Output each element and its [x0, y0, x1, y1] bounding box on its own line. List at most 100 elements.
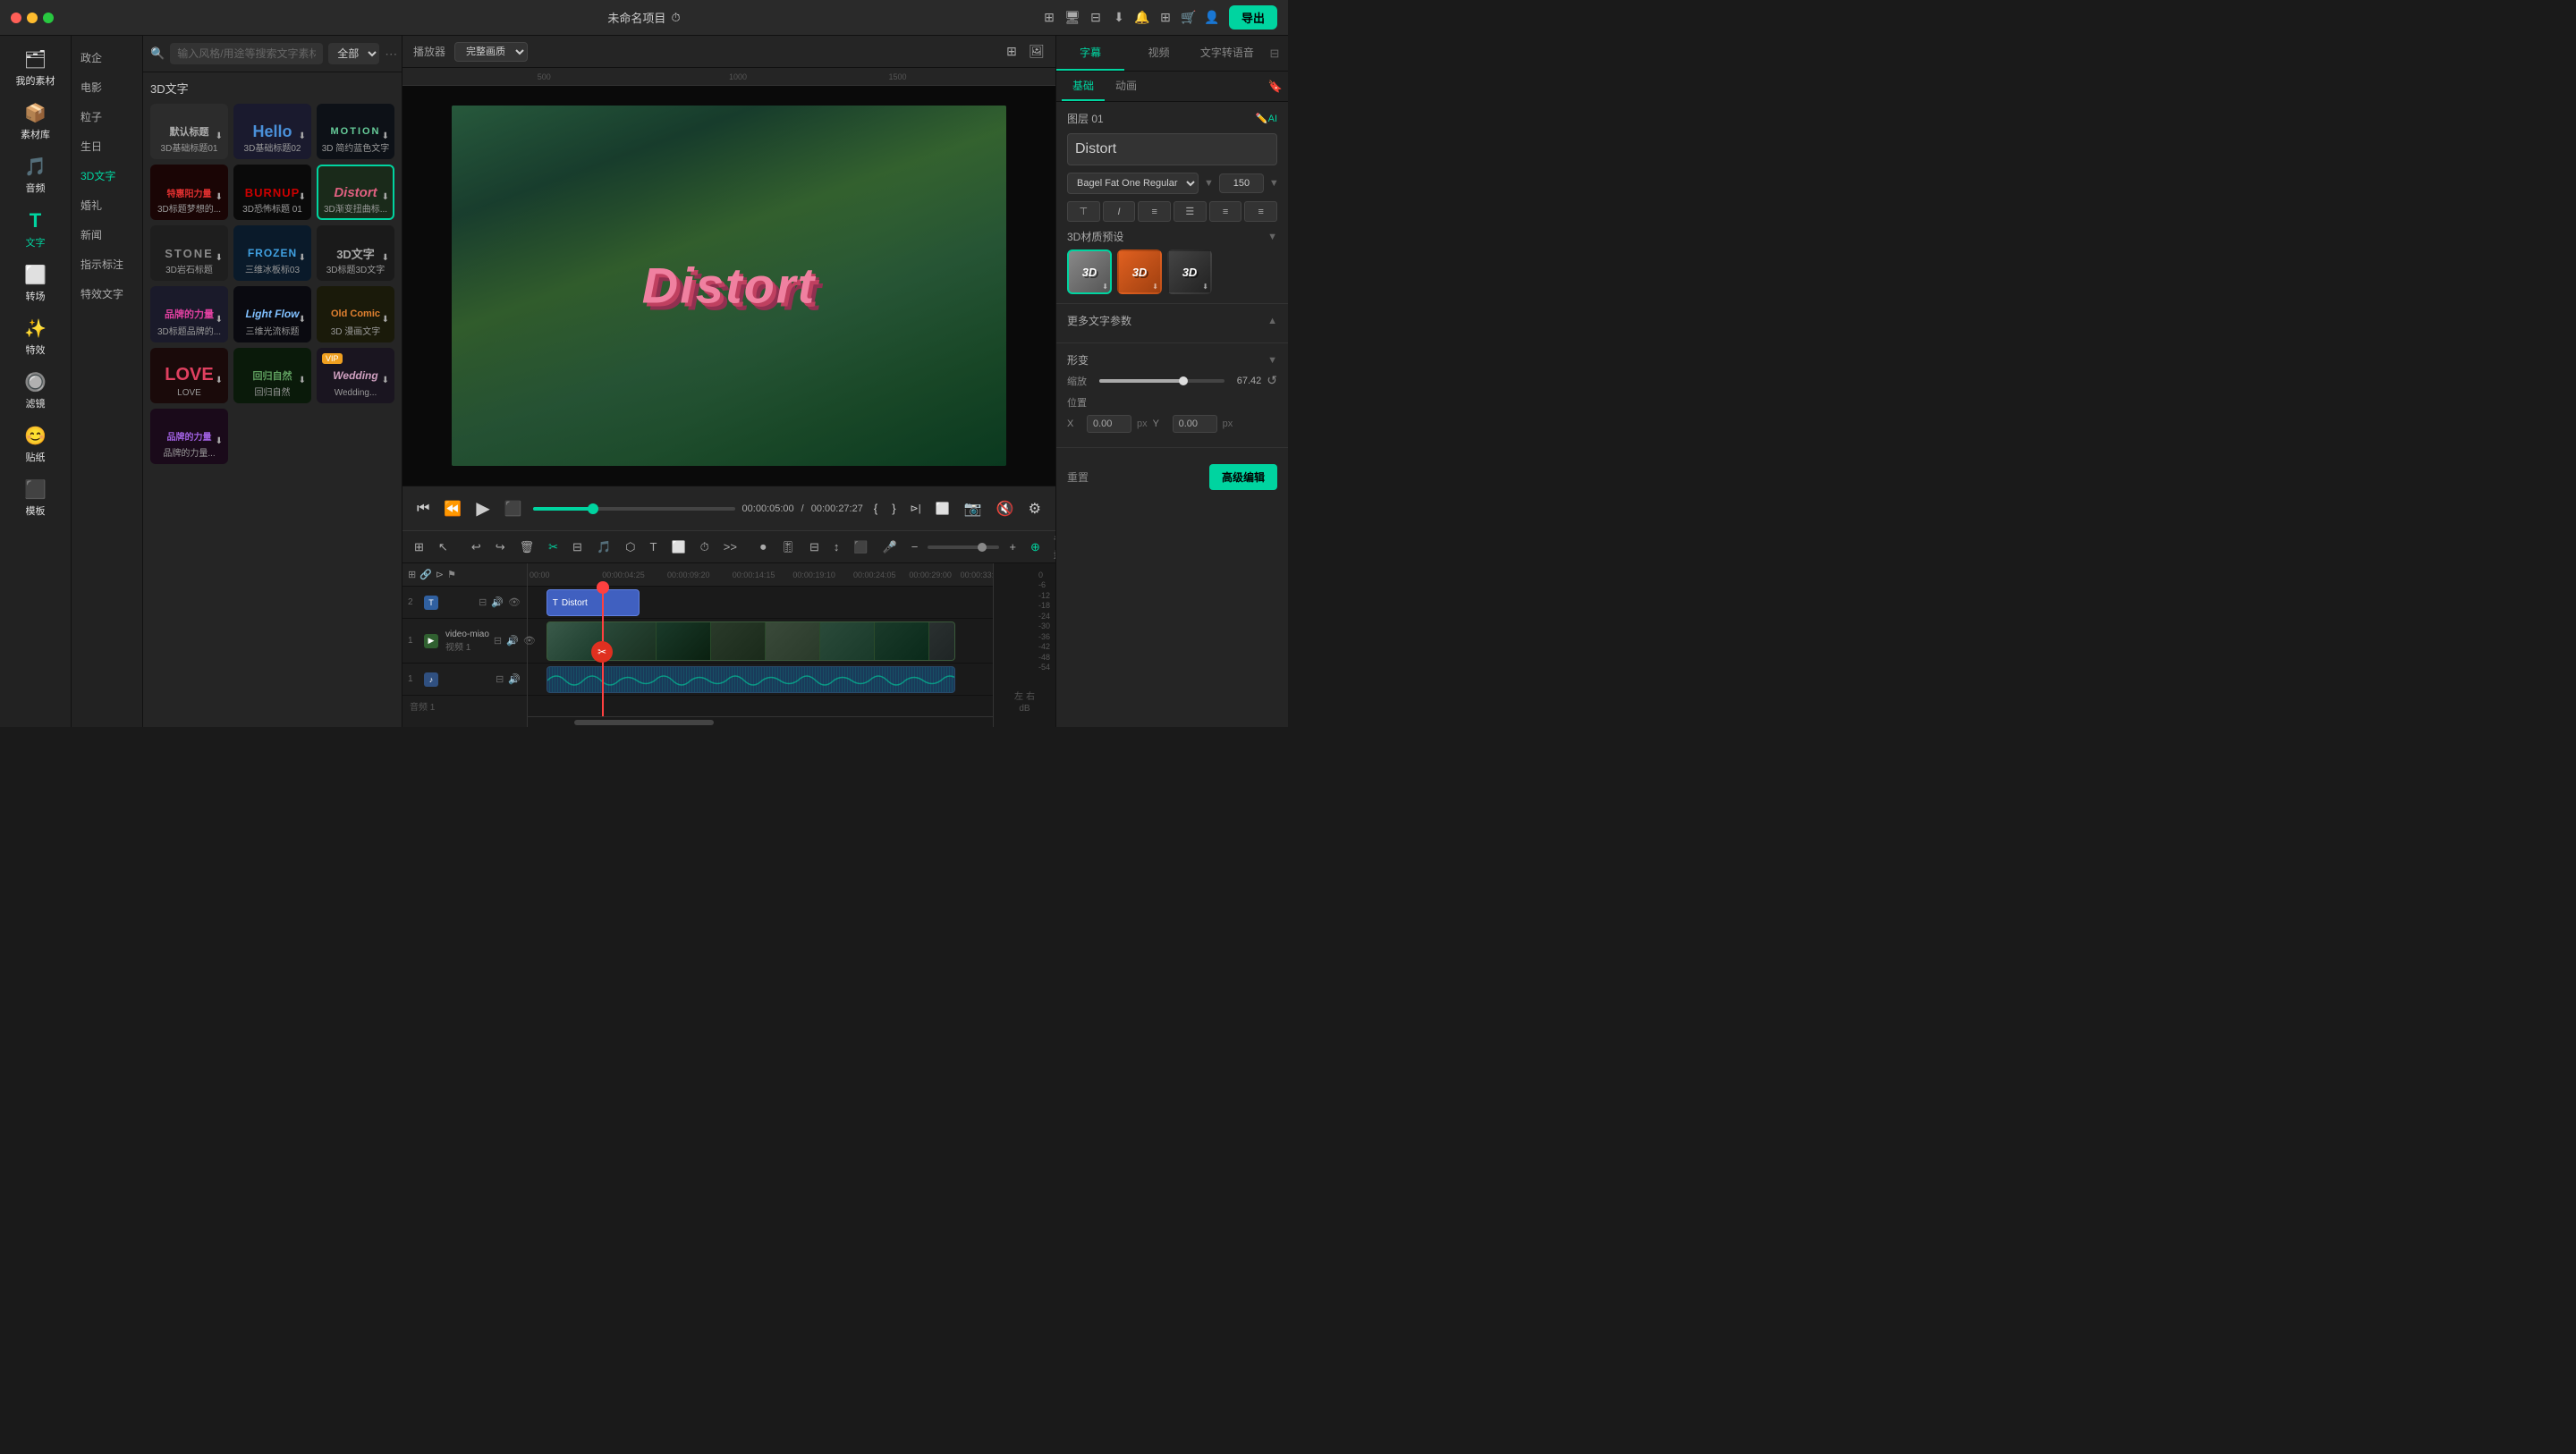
audio-level-button[interactable]: 🎚 [775, 537, 800, 557]
subtab-basic[interactable]: 基础 [1062, 72, 1105, 101]
zoom-slider[interactable] [928, 545, 999, 549]
text-track-audio-btn[interactable]: 🔊 [490, 596, 504, 609]
text-display-box[interactable]: Distort [1067, 133, 1277, 165]
text-clip-distort[interactable]: T Distort [547, 589, 640, 616]
sidebar-item-my-material[interactable]: 🗂 我的素材 [4, 43, 67, 93]
timer-button[interactable]: ⏱ [696, 537, 714, 557]
quality-select[interactable]: 完整画质 [454, 42, 528, 62]
font-size-dropdown-icon[interactable]: ▼ [1269, 178, 1279, 189]
sidebar-item-transition[interactable]: ⬜ 转场 [4, 258, 67, 309]
bell-icon[interactable]: 🔔 [1134, 10, 1150, 26]
text-track-eye-btn[interactable]: 👁 [507, 596, 521, 609]
chain-btn[interactable]: 🔗 [419, 569, 432, 580]
user-icon[interactable]: 👤 [1204, 10, 1220, 26]
y-input[interactable] [1173, 415, 1217, 433]
form-section-header[interactable]: 形变 ▼ [1067, 352, 1277, 368]
stop-button[interactable]: ⬛ [501, 496, 526, 521]
template-card-t1[interactable]: 默认标题 ⬇ 3D基础标题01 [150, 104, 228, 159]
align-justify-btn[interactable]: ≡ [1244, 201, 1277, 222]
record-button[interactable]: ⏺ [756, 537, 771, 557]
play-button[interactable]: ▶ [472, 494, 493, 523]
zoom-out-button[interactable]: − [907, 537, 923, 556]
cat-particle[interactable]: 粒子 [72, 102, 142, 131]
mic-button[interactable]: 🎤 [878, 537, 902, 557]
prev-frame-button[interactable]: ⏪ [440, 496, 465, 521]
scale-reset-btn[interactable]: ↺ [1267, 373, 1277, 388]
undo-button[interactable]: ↩ [467, 537, 486, 557]
sidebar-item-sticker[interactable]: 😊 贴纸 [4, 419, 67, 469]
screen-record-button[interactable]: ⬛ [849, 537, 872, 557]
redo-button[interactable]: ↪ [491, 537, 510, 557]
export-button[interactable]: 导出 [1229, 5, 1277, 30]
video-track-audio-btn[interactable]: 🔊 [505, 634, 520, 647]
material-preset-orange[interactable]: 3D ⬇ [1117, 249, 1162, 294]
playhead[interactable]: ✂ [602, 587, 604, 716]
template-card-t11[interactable]: Light Flow ⬇ 三维光流标题 [233, 286, 311, 342]
template-card-t7[interactable]: STONE ⬇ 3D岩石标题 [150, 225, 228, 281]
template-card-t5[interactable]: BURNUP ⬇ 3D恐怖标题 01 [233, 165, 311, 220]
fullscreen-button[interactable] [43, 13, 54, 23]
settings-button[interactable]: ⚙ [1025, 496, 1045, 521]
crop-button[interactable]: ⬜ [666, 537, 690, 557]
material-section-header[interactable]: 3D材质预设 ▼ [1067, 229, 1277, 244]
layout-btn[interactable]: ⬜ [932, 498, 953, 520]
cat-effect-text[interactable]: 特效文字 [72, 279, 142, 309]
text-track-fold-btn[interactable]: ⊟ [478, 596, 487, 609]
subtab-animation[interactable]: 动画 [1105, 72, 1148, 101]
add-track-button[interactable]: ⊕ [1026, 537, 1045, 557]
search-input[interactable] [170, 43, 323, 64]
video-track-fold-btn[interactable]: ⊟ [493, 634, 503, 647]
advanced-edit-button[interactable]: 高级编辑 [1209, 464, 1277, 490]
rewind-button[interactable]: ⏮ [413, 497, 433, 520]
template-card-t10[interactable]: 品牌的力量 ⬇ 3D标题品牌的... [150, 286, 228, 342]
flag-btn[interactable]: ⚑ [447, 569, 456, 580]
reset-button[interactable]: 重置 [1067, 469, 1089, 485]
split-button[interactable]: ⊟ [568, 537, 587, 557]
sidebar-item-text[interactable]: T 文字 [4, 204, 67, 255]
x-input[interactable] [1087, 415, 1131, 433]
layer-ai-icon[interactable]: ✏️AI [1256, 113, 1277, 124]
template-card-t13[interactable]: LOVE ⬇ LOVE [150, 348, 228, 403]
sidebar-item-filter[interactable]: 🔘 滤镜 [4, 366, 67, 416]
insert-button[interactable]: ⊳| [907, 499, 925, 518]
cursor-tool[interactable]: ↖ [434, 537, 453, 557]
right-panel-expand[interactable]: ⊟ [1261, 36, 1288, 71]
more-params-header[interactable]: 更多文字参数 ▲ [1067, 313, 1277, 328]
font-select[interactable]: Bagel Fat One Regular [1067, 173, 1199, 194]
font-dropdown-icon[interactable]: ▼ [1204, 178, 1214, 189]
sidebar-item-audio[interactable]: 🎵 音频 [4, 150, 67, 200]
template-card-t12[interactable]: Old Comic ⬇ 3D 漫画文字 [317, 286, 394, 342]
cut-button[interactable]: ✂ [544, 537, 563, 557]
cat-birthday[interactable]: 生日 [72, 131, 142, 161]
sidebar-item-template[interactable]: ⬛ 模板 [4, 473, 67, 523]
cat-3dtext[interactable]: 3D文字 [72, 161, 142, 190]
cat-movie[interactable]: 电影 [72, 72, 142, 102]
text-add-button[interactable]: T [646, 537, 662, 556]
template-card-t8[interactable]: FROZEN ⬇ 三维冰板标03 [233, 225, 311, 281]
align-top-btn[interactable]: ⊤ [1067, 201, 1100, 222]
template-card-t6[interactable]: Distort ⬇ 3D渐变扭曲标... [317, 165, 394, 220]
h-scrollbar[interactable] [574, 720, 714, 725]
template-card-t14[interactable]: 回归自然 ⬇ 回归自然 [233, 348, 311, 403]
align-left-btn[interactable]: ≡ [1138, 201, 1171, 222]
download-icon[interactable]: ⬇ [1111, 10, 1127, 26]
screen-icon[interactable]: ⊞ [1041, 10, 1057, 26]
template-card-t15[interactable]: VIP Wedding ⬇ Wedding... [317, 348, 394, 403]
zoom-in-button[interactable]: + [1004, 537, 1021, 556]
tab-subtitle[interactable]: 字幕 [1056, 36, 1124, 71]
italic-btn[interactable]: I [1103, 201, 1136, 222]
cat-news[interactable]: 新闻 [72, 220, 142, 249]
branch-btn[interactable]: ⊳ [436, 569, 444, 580]
monitor-icon[interactable]: 🖥 [1064, 10, 1080, 26]
effect-button[interactable]: ⬡ [621, 537, 640, 557]
audio-off-button[interactable]: 🔇 [993, 496, 1018, 521]
template-card-t9[interactable]: 3D文字 ⬇ 3D标题3D文字 [317, 225, 394, 281]
cart-icon[interactable]: 🛒 [1181, 10, 1197, 26]
tab-speech[interactable]: 文字转语音 [1193, 36, 1261, 71]
more-icon[interactable]: ⋯ [385, 46, 397, 62]
mark-in-button[interactable]: { [870, 498, 881, 519]
cat-govt[interactable]: 政企 [72, 43, 142, 72]
apps-icon[interactable]: ⊞ [1157, 10, 1174, 26]
material-preset-dark[interactable]: 3D ⬇ [1167, 249, 1212, 294]
grid-view-icon[interactable]: ⊞ [1004, 44, 1020, 60]
